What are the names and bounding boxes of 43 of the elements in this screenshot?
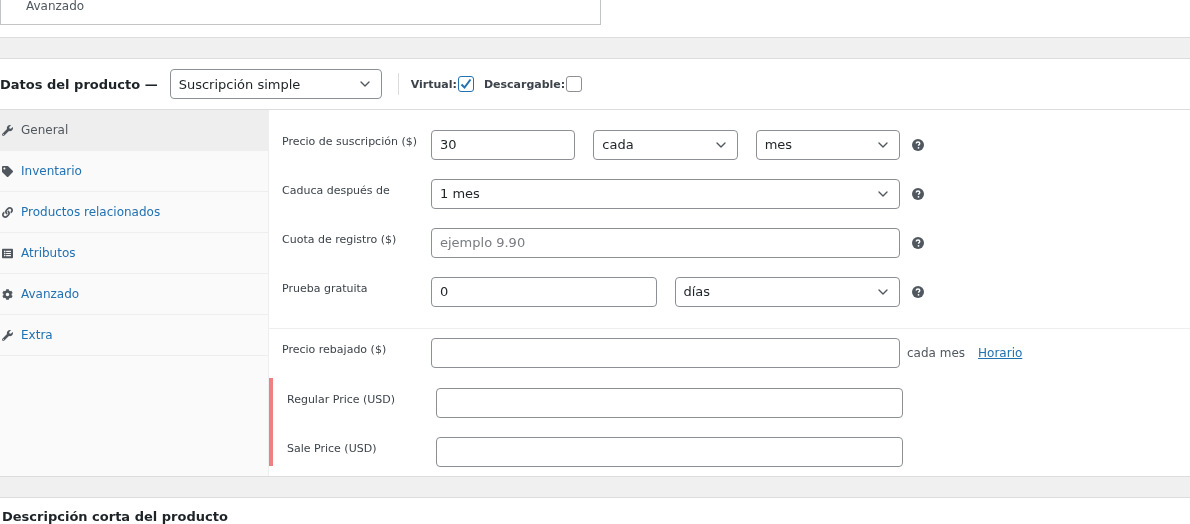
- help-icon[interactable]: [912, 285, 924, 298]
- section-title: Descripción corta del producto: [1, 508, 229, 524]
- field-label: Caduca después de: [282, 184, 391, 197]
- help-icon[interactable]: [912, 187, 924, 200]
- checkbox[interactable]: [457, 76, 474, 92]
- field-label: Cuota de registro ($): [282, 233, 398, 246]
- select-field[interactable]: cada: [593, 129, 738, 160]
- select-field[interactable]: días: [674, 276, 900, 307]
- product-type-select[interactable]: Suscripción simple: [169, 69, 382, 99]
- input-field[interactable]: [436, 387, 903, 418]
- input-field[interactable]: ejemplo 9.90: [431, 227, 900, 258]
- sidebar-tab[interactable]: Inventario: [0, 151, 268, 192]
- help-icon[interactable]: [912, 138, 924, 151]
- gear-icon: [2, 288, 13, 300]
- schedule-link[interactable]: Horario: [978, 345, 1023, 360]
- sidebar-tab[interactable]: Productos relacionados: [0, 192, 268, 233]
- sidebar-tab[interactable]: Extra: [0, 315, 268, 356]
- input-field[interactable]: 0: [431, 276, 657, 307]
- field-label: Precio de suscripción ($): [282, 135, 418, 148]
- sidebar-tab[interactable]: Atributos: [0, 233, 268, 274]
- panel-item-text: Avanzado: [26, 0, 85, 12]
- tag-icon: [2, 165, 13, 177]
- select-field[interactable]: 1 mes: [431, 178, 900, 209]
- section-title: Datos del producto —: [0, 76, 158, 92]
- checkbox-label[interactable]: Descargable:: [483, 76, 583, 92]
- link-icon: [2, 206, 13, 218]
- field-label: Prueba gratuita: [282, 282, 369, 295]
- input-field[interactable]: [431, 337, 900, 368]
- checkbox[interactable]: [566, 76, 583, 92]
- select-field[interactable]: mes: [755, 129, 900, 160]
- suffix-text: cada mes: [907, 345, 966, 360]
- help-icon[interactable]: [912, 236, 924, 249]
- wrench-icon: [2, 124, 13, 136]
- field-label: Regular Price (USD): [287, 393, 397, 406]
- input-field[interactable]: [436, 436, 903, 467]
- sidebar-tab[interactable]: Avanzado: [0, 274, 268, 315]
- wrench-icon: [2, 329, 13, 341]
- sidebar-tab[interactable]: General: [0, 110, 268, 151]
- field-label: Precio rebajado ($): [282, 343, 388, 356]
- input-field[interactable]: 30: [431, 129, 576, 160]
- checkbox-label[interactable]: Virtual:: [410, 76, 474, 92]
- list-icon: [2, 247, 13, 259]
- field-label: Sale Price (USD): [287, 442, 378, 455]
